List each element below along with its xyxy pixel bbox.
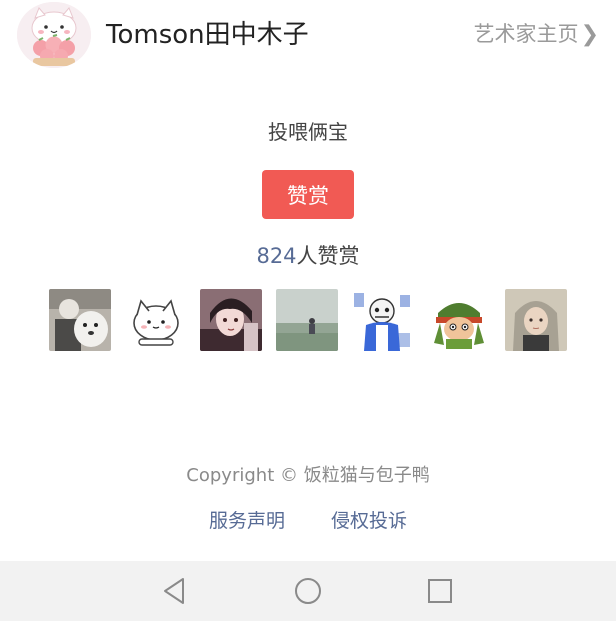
supporter-avatar-3[interactable] — [200, 289, 262, 351]
reward-count-label: 人赞赏 — [296, 244, 360, 268]
reward-count[interactable]: 824人赞赏 — [0, 240, 616, 270]
author-avatar[interactable] — [17, 2, 91, 68]
supporter-avatar-1[interactable] — [49, 289, 111, 351]
chevron-right-icon: ❯ — [580, 22, 599, 47]
recents-square-icon[interactable] — [424, 575, 456, 607]
artist-homepage-label: 艺术家主页 — [473, 22, 579, 46]
reward-page: Tomson田中木子 艺术家主页❯ 投喂俩宝 赞赏 824人赞赏 Copyrig… — [0, 0, 616, 621]
copyright-text: Copyright © 饭粒猫与包子鸭 — [186, 465, 430, 486]
hooded-person-image — [505, 289, 567, 351]
supporter-avatar-7[interactable] — [505, 289, 567, 351]
cat-holding-peaches-icon — [17, 2, 91, 68]
skeleton-character-image — [352, 289, 414, 351]
home-circle-icon[interactable] — [292, 575, 324, 607]
supporter-avatar-5[interactable] — [352, 289, 414, 351]
supporter-avatar-4[interactable] — [276, 289, 338, 351]
reward-prompt: 投喂俩宝 — [268, 120, 348, 144]
back-triangle-icon[interactable] — [159, 575, 191, 607]
system-navigation-bar — [0, 561, 616, 621]
artist-homepage-link[interactable]: 艺术家主页❯ — [474, 18, 599, 48]
white-cat-sticker-image — [125, 289, 187, 351]
footer-links: 服务声明 侵权投诉 — [0, 506, 616, 533]
reward-button[interactable]: 赞赏 — [262, 170, 354, 219]
cartoon-green-hat-character-image — [428, 289, 490, 351]
supporter-avatar-6[interactable] — [428, 289, 490, 351]
service-statement-link[interactable]: 服务声明 — [209, 510, 285, 532]
reward-count-number: 824 — [256, 244, 297, 268]
supporter-avatars — [49, 289, 569, 353]
misty-field-person-image — [276, 289, 338, 351]
infringement-complaint-link[interactable]: 侵权投诉 — [331, 510, 407, 532]
person-with-dog-image — [49, 289, 111, 351]
header: Tomson田中木子 艺术家主页❯ — [0, 0, 616, 72]
supporter-avatar-2[interactable] — [125, 289, 187, 351]
author-name[interactable]: Tomson田中木子 — [106, 14, 309, 51]
anime-character-image — [200, 289, 262, 351]
